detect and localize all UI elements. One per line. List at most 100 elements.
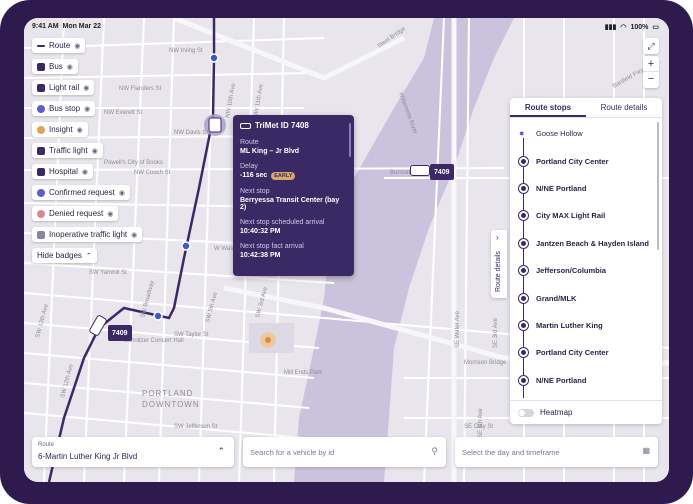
list-item[interactable]: ● Goose Hollow xyxy=(510,120,654,147)
eye-icon[interactable]: ◉ xyxy=(77,126,83,134)
status-icons: ▮▮▮ ◠ 100% ▭ xyxy=(605,23,659,32)
hide-badges-button[interactable]: Hide badges ⌃ xyxy=(32,248,97,263)
stop-dot-icon xyxy=(519,156,528,166)
tooltip-label: Delay xyxy=(240,163,258,170)
map-label: Powell's City of Books xyxy=(104,160,163,166)
filter-route[interactable]: Route ◉ xyxy=(32,38,86,53)
vehicle-badge[interactable]: 7409 xyxy=(108,325,132,341)
tablet-frame: 9:41 AM Mon Mar 22 ▮▮▮ ◠ 100% ▭ NW Irvin… xyxy=(0,0,693,504)
bus-icon xyxy=(240,122,251,129)
filter-denied-request[interactable]: Denied request ◉ xyxy=(32,206,119,221)
filter-inoperative-traffic-light[interactable]: Inoperative traffic light ◉ xyxy=(32,227,143,242)
eye-icon[interactable]: ◉ xyxy=(82,168,88,176)
list-item[interactable]: Martin Luther King xyxy=(510,312,654,339)
list-item[interactable]: City MAX Light Rail xyxy=(510,202,654,229)
zoom-out-button[interactable]: − xyxy=(643,72,659,88)
tooltip-label: Next stop scheduled arrival xyxy=(240,219,325,226)
map-label: Morrison Bridge xyxy=(464,360,507,366)
map-label-district: DOWNTOWN xyxy=(142,400,200,409)
tooltip-scrollbar[interactable] xyxy=(349,123,351,157)
filter-label: Route xyxy=(49,41,71,50)
stop-dot-icon xyxy=(519,375,528,385)
eye-icon[interactable]: ◉ xyxy=(84,105,90,113)
stop-name: N/NE Portland xyxy=(536,183,587,193)
list-item[interactable]: Grand/MLK xyxy=(510,284,654,311)
eye-icon[interactable]: ◉ xyxy=(119,189,125,197)
route-stops-list[interactable]: ● Goose Hollow Portland City Center N/NE … xyxy=(510,120,654,398)
filter-hospital[interactable]: Hospital ◉ xyxy=(32,164,94,179)
bus-stop-marker[interactable] xyxy=(153,311,163,321)
list-item[interactable]: Jantzen Beach & Hayden Island xyxy=(510,230,654,257)
vehicle-search-input[interactable]: Search for a vehicle by id ⚲ xyxy=(243,437,446,467)
eye-icon[interactable]: ◉ xyxy=(83,84,89,92)
day-timeframe-picker[interactable]: Select the day and timeframe ▦ xyxy=(455,437,658,467)
route-details-toggle[interactable]: › Route details xyxy=(491,230,507,298)
map-label: SE 6th Ave xyxy=(478,408,484,438)
wifi-icon: ◠ xyxy=(620,24,627,31)
map-label: SE Water Ave xyxy=(455,310,461,348)
list-item[interactable]: N/NE Portland xyxy=(510,175,654,202)
zoom-controls: + − xyxy=(643,56,659,88)
filter-bus[interactable]: Bus ◉ xyxy=(32,59,78,74)
selected-vehicle-icon[interactable] xyxy=(208,117,222,133)
insight-marker-core xyxy=(265,337,271,343)
search-placeholder: Search for a vehicle by id xyxy=(250,448,335,457)
filter-confirmed-request[interactable]: Confirmed request ◉ xyxy=(32,185,130,200)
list-item[interactable]: Portland City Center xyxy=(510,147,654,174)
chevron-right-icon: › xyxy=(496,233,499,242)
tooltip-value: Berryessa Transit Center (bay 2) xyxy=(240,197,340,211)
stop-name: Grand/MLK xyxy=(536,293,577,303)
filter-traffic-light[interactable]: Traffic light ◉ xyxy=(32,143,103,158)
eye-icon[interactable]: ◉ xyxy=(67,63,73,71)
filter-label: Traffic light xyxy=(49,146,88,155)
eye-icon[interactable]: ◉ xyxy=(107,210,113,218)
panel-scrollbar[interactable] xyxy=(657,122,659,250)
filter-label: Hospital xyxy=(49,167,78,176)
list-item[interactable]: N/NE Portland xyxy=(510,367,654,394)
eye-icon[interactable]: ◉ xyxy=(92,147,98,155)
stop-name: Jantzen Beach & Hayden Island xyxy=(536,238,649,248)
stop-name: Portland City Center xyxy=(536,348,609,358)
calendar-icon: ▦ xyxy=(642,446,650,455)
eye-icon[interactable]: ◉ xyxy=(74,42,80,50)
heatmap-row: Heatmap xyxy=(510,400,662,424)
stop-dot-icon xyxy=(519,211,528,221)
list-item[interactable]: Jefferson/Columbia xyxy=(510,257,654,284)
map-label: SW Jefferson St xyxy=(174,424,218,430)
app-screen: 9:41 AM Mon Mar 22 ▮▮▮ ◠ 100% ▭ NW Irvin… xyxy=(24,18,669,482)
bus-stop-marker[interactable] xyxy=(181,241,191,251)
route-select[interactable]: Route 6-Martin Luther King Jr Blvd ⌃ xyxy=(32,437,234,467)
eye-icon[interactable]: ◉ xyxy=(131,231,137,239)
heatmap-toggle[interactable] xyxy=(518,408,534,417)
fullscreen-button[interactable]: ⤢ xyxy=(643,38,659,54)
vehicle-badge[interactable]: 7409 xyxy=(430,164,454,180)
map-label: NW Everett St xyxy=(104,110,142,116)
stop-dot-icon xyxy=(519,183,528,193)
inoperative-traffic-light-icon xyxy=(37,230,45,239)
filter-insight[interactable]: Insight ◉ xyxy=(32,122,88,137)
denied-request-icon xyxy=(37,209,45,218)
hospital-icon xyxy=(37,167,45,176)
tab-route-stops[interactable]: Route stops xyxy=(510,98,586,117)
tooltip-value: 10:42:38 PM xyxy=(240,252,281,259)
list-item[interactable]: Portland City Center xyxy=(510,339,654,366)
map-label: NW Flanders St xyxy=(119,86,162,92)
filter-bus-stop[interactable]: Bus stop ◉ xyxy=(32,101,96,116)
search-icon: ⚲ xyxy=(431,446,438,456)
zoom-in-button[interactable]: + xyxy=(643,56,659,72)
stop-name: Goose Hollow xyxy=(536,129,583,139)
stop-dot-icon xyxy=(519,348,528,358)
tooltip-title: TriMet ID 7408 xyxy=(255,121,309,130)
tooltip-label: Route xyxy=(240,139,259,146)
map-label: Mill Ends Park xyxy=(284,370,323,376)
bus-stop-marker[interactable] xyxy=(209,53,219,63)
tab-route-details[interactable]: Route details xyxy=(586,98,662,117)
filter-label: Denied request xyxy=(49,209,104,218)
route-select-value: 6-Martin Luther King Jr Blvd xyxy=(38,452,138,461)
map-label: SE 3rd Ave xyxy=(493,317,499,348)
filter-light-rail[interactable]: Light rail ◉ xyxy=(32,80,95,95)
route-panel: Route stops Route details ● Goose Hollow … xyxy=(510,98,662,424)
delay-value: -116 sec xyxy=(240,172,268,179)
vehicle-icon[interactable] xyxy=(410,165,430,176)
early-badge: EARLY xyxy=(271,172,296,180)
